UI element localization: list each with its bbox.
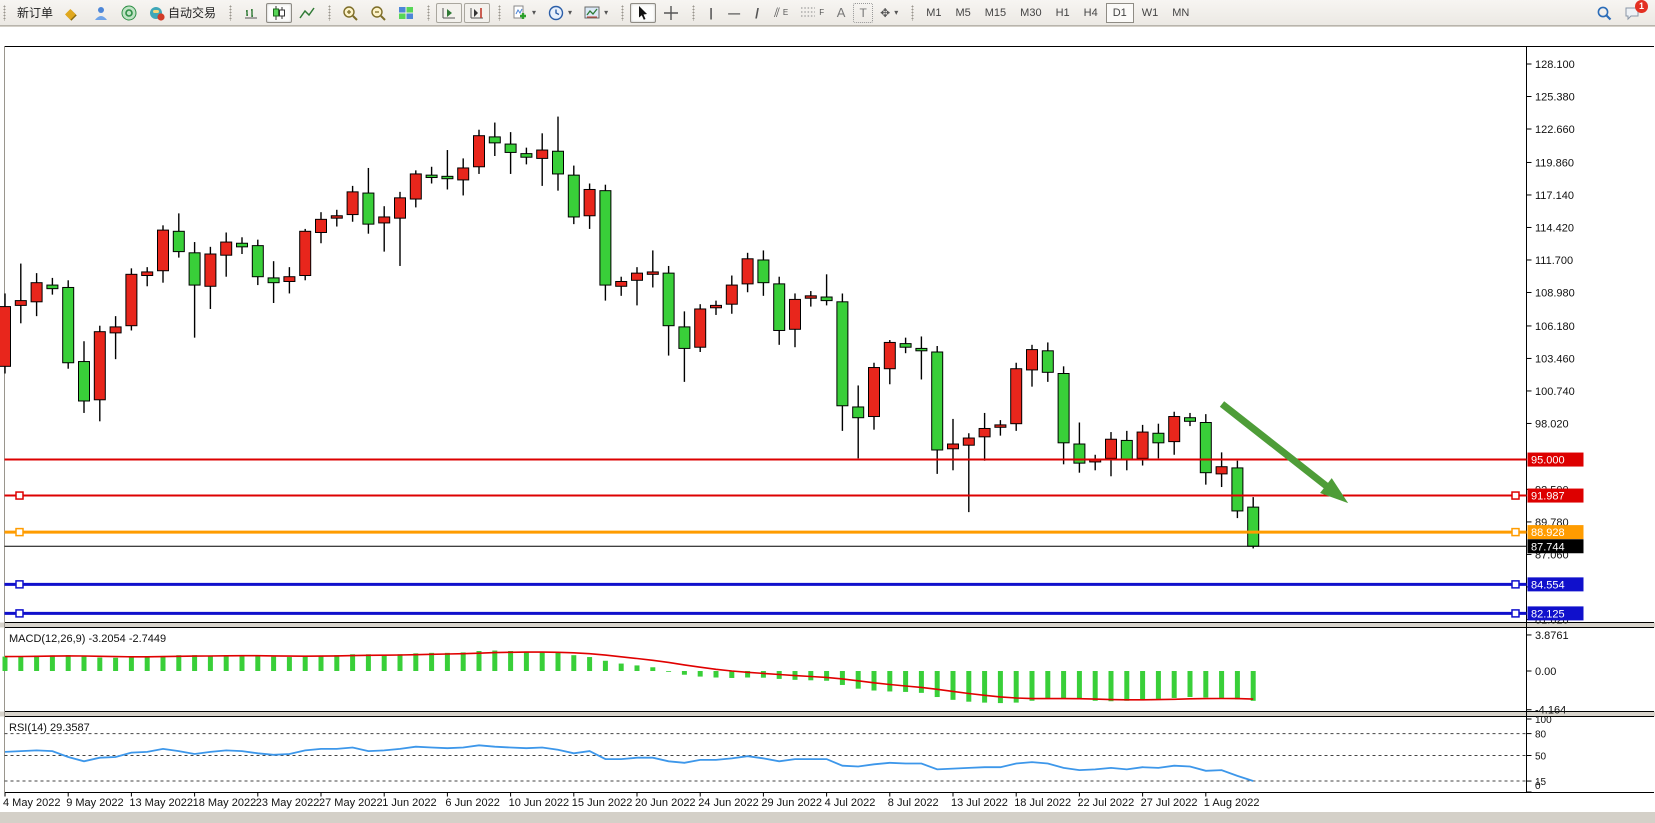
svg-text:114.420: 114.420 xyxy=(1535,222,1574,234)
svg-text:80: 80 xyxy=(1535,730,1547,741)
svg-text:1 Jun 2022: 1 Jun 2022 xyxy=(382,797,436,809)
svg-text:23 May 2022: 23 May 2022 xyxy=(256,797,320,809)
chart-canvas[interactable]: 128.100 125.380 122.660 119.860 117.140 114.4… xyxy=(0,0,1655,823)
svg-text:88.928: 88.928 xyxy=(1531,527,1565,539)
svg-text:6 Jun 2022: 6 Jun 2022 xyxy=(445,797,499,809)
svg-text:84.554: 84.554 xyxy=(1531,579,1565,591)
svg-text:82.125: 82.125 xyxy=(1531,608,1565,620)
svg-text:106.180: 106.180 xyxy=(1535,321,1575,333)
svg-text:128.100: 128.100 xyxy=(1535,59,1575,71)
svg-text:29 Jun 2022: 29 Jun 2022 xyxy=(761,797,822,809)
svg-text:22 Jul 2022: 22 Jul 2022 xyxy=(1077,797,1134,809)
svg-text:24 Jun 2022: 24 Jun 2022 xyxy=(698,797,759,809)
svg-text:50: 50 xyxy=(1535,752,1547,763)
svg-text:103.460: 103.460 xyxy=(1535,353,1575,365)
svg-text:122.660: 122.660 xyxy=(1535,124,1575,136)
window-bottom-edge xyxy=(0,812,1655,823)
svg-text:95.000: 95.000 xyxy=(1531,455,1565,467)
svg-text:8 Jul 2022: 8 Jul 2022 xyxy=(888,797,939,809)
svg-text:27 Jul 2022: 27 Jul 2022 xyxy=(1141,797,1198,809)
svg-text:10 Jun 2022: 10 Jun 2022 xyxy=(509,797,570,809)
svg-text:20 Jun 2022: 20 Jun 2022 xyxy=(635,797,696,809)
svg-text:125.380: 125.380 xyxy=(1535,92,1575,104)
svg-text:13 May 2022: 13 May 2022 xyxy=(129,797,193,809)
svg-text:108.980: 108.980 xyxy=(1535,287,1575,299)
svg-text:RSI(14) 29.3587: RSI(14) 29.3587 xyxy=(9,722,90,734)
svg-text:9 May 2022: 9 May 2022 xyxy=(66,797,123,809)
panel-frames xyxy=(0,27,1655,812)
svg-text:MACD(12,26,9) -3.2054 -2.7449: MACD(12,26,9) -3.2054 -2.7449 xyxy=(9,633,166,645)
svg-text:111.700: 111.700 xyxy=(1535,255,1573,267)
svg-text:100.740: 100.740 xyxy=(1535,386,1575,398)
svg-text:1 Aug 2022: 1 Aug 2022 xyxy=(1204,797,1260,809)
svg-text:91.987: 91.987 xyxy=(1531,491,1565,503)
svg-text:0: 0 xyxy=(1535,781,1541,792)
svg-text:0.00: 0.00 xyxy=(1535,666,1556,678)
svg-text:15 Jun 2022: 15 Jun 2022 xyxy=(572,797,633,809)
svg-text:4 May 2022: 4 May 2022 xyxy=(3,797,60,809)
svg-text:13 Jul 2022: 13 Jul 2022 xyxy=(951,797,1008,809)
svg-text:18 Jul 2022: 18 Jul 2022 xyxy=(1014,797,1071,809)
svg-text:3.8761: 3.8761 xyxy=(1535,630,1569,642)
svg-text:18 May 2022: 18 May 2022 xyxy=(193,797,257,809)
svg-text:98.020: 98.020 xyxy=(1535,418,1569,430)
svg-text:119.860: 119.860 xyxy=(1535,157,1574,169)
svg-text:100: 100 xyxy=(1535,715,1552,726)
svg-text:117.140: 117.140 xyxy=(1535,190,1574,202)
svg-text:4 Jul 2022: 4 Jul 2022 xyxy=(825,797,876,809)
svg-text:27 May 2022: 27 May 2022 xyxy=(319,797,383,809)
svg-text:87.744: 87.744 xyxy=(1531,541,1565,553)
